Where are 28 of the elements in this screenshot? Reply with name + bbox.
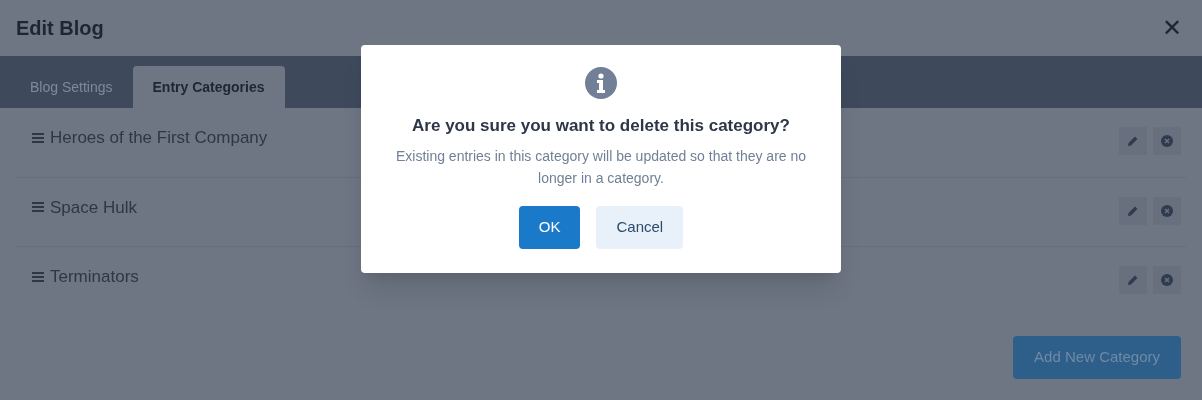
- delete-button[interactable]: [1153, 196, 1181, 225]
- category-name: Terminators: [50, 266, 139, 288]
- add-category-button[interactable]: Add New Category: [1013, 335, 1181, 379]
- cancel-button[interactable]: Cancel: [596, 205, 684, 249]
- window-title: Edit Blog: [16, 16, 104, 41]
- remove-icon: [1161, 135, 1173, 147]
- pencil-icon: [1127, 135, 1139, 147]
- edit-button[interactable]: [1119, 266, 1147, 294]
- dialog-title: Are you sure you want to delete this category?: [412, 115, 790, 137]
- remove-icon: [1161, 274, 1173, 286]
- tab[interactable]: Blog Settings: [10, 66, 133, 108]
- info-icon: [585, 67, 617, 99]
- drag-handle-icon[interactable]: [32, 202, 44, 213]
- drag-handle-icon[interactable]: [32, 132, 44, 143]
- edit-button[interactable]: [1119, 127, 1147, 155]
- tab[interactable]: Entry Categories: [132, 66, 285, 108]
- ok-button[interactable]: OK: [518, 205, 581, 249]
- delete-button[interactable]: [1153, 266, 1181, 294]
- dialog-message: Existing entries in this category will be updated so that they are no longer in a category.: [394, 146, 808, 188]
- pencil-icon: [1127, 274, 1139, 286]
- drag-handle-icon[interactable]: [32, 271, 44, 282]
- remove-icon: [1161, 204, 1173, 217]
- category-name: Heroes of the First Company: [50, 127, 268, 149]
- edit-button[interactable]: [1119, 196, 1147, 225]
- pencil-icon: [1127, 204, 1139, 217]
- close-button[interactable]: ✕: [1158, 14, 1186, 42]
- delete-button[interactable]: [1153, 127, 1181, 155]
- category-name: Space Hulk: [50, 196, 137, 219]
